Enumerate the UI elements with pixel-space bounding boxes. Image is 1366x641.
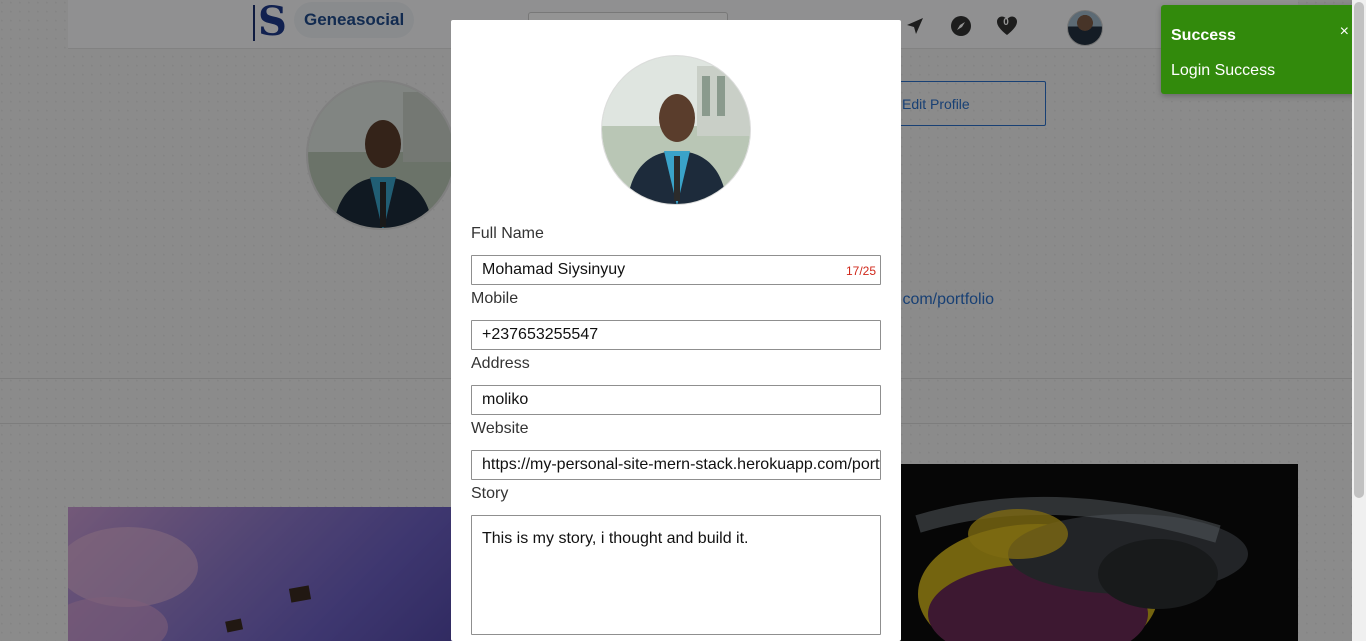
scrollbar-thumb[interactable] xyxy=(1354,2,1364,498)
profile-photo-preview[interactable] xyxy=(601,55,751,205)
address-input[interactable]: moliko xyxy=(471,385,881,415)
scrollbar[interactable] xyxy=(1352,0,1366,641)
mobile-input[interactable]: +237653255547 xyxy=(471,320,881,350)
mobile-label: Mobile xyxy=(471,290,519,307)
toast-message: Login Success xyxy=(1171,62,1276,79)
fullname-input[interactable]: Mohamad Siysinyuy xyxy=(471,255,881,285)
success-toast: Success × Login Success xyxy=(1161,5,1361,94)
edit-profile-modal: Full Name Mohamad Siysinyuy 17/25 Mobile… xyxy=(451,20,901,641)
address-label: Address xyxy=(471,355,530,372)
website-label: Website xyxy=(471,420,529,437)
story-label: Story xyxy=(471,485,509,502)
close-icon[interactable]: × xyxy=(1340,23,1349,41)
toast-title: Success xyxy=(1171,27,1236,44)
fullname-label: Full Name xyxy=(471,225,544,242)
fullname-char-count: 17/25 xyxy=(845,264,876,278)
story-textarea[interactable]: This is my story, i thought and build it… xyxy=(471,515,881,635)
website-input[interactable]: https://my-personal-site-mern-stack.hero… xyxy=(471,450,881,480)
